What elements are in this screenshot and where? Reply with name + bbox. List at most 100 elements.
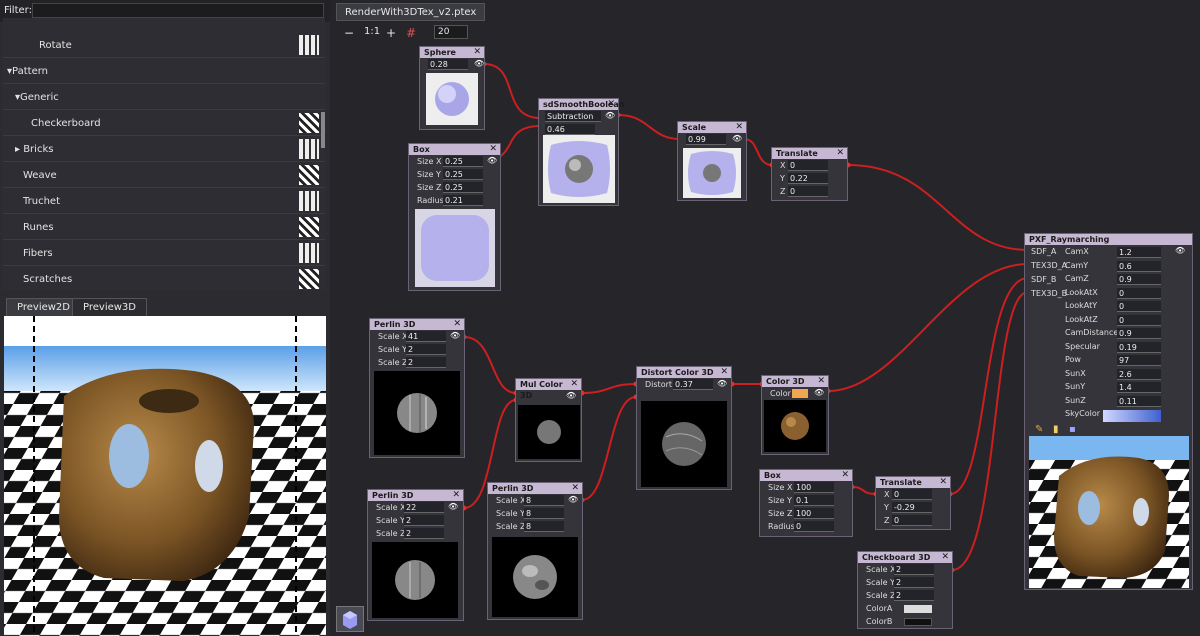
node-box[interactable]: Box ✕ Size X 100 Size Y 0.1 Size Z 100 Radiu… <box>759 469 853 537</box>
param-value[interactable]: 8 <box>524 521 564 532</box>
node-scale[interactable]: Scale ✕ 0.99 👁 <box>677 121 747 201</box>
param-value[interactable]: 0.22 <box>788 173 828 184</box>
cube-icon[interactable] <box>336 606 364 632</box>
mode-select[interactable]: Subtraction <box>545 111 601 122</box>
eye-icon[interactable]: 👁 <box>448 502 458 511</box>
param-value[interactable]: 0 <box>1117 314 1161 326</box>
param-label: Z <box>884 516 890 525</box>
eye-icon[interactable]: 👁 <box>605 111 615 120</box>
color-swatch[interactable] <box>904 618 932 626</box>
param-value[interactable]: 22 <box>404 502 444 513</box>
param-label: Z <box>780 187 786 196</box>
eye-icon[interactable]: 👁 <box>474 59 484 68</box>
param-label: Scale Y <box>496 509 525 518</box>
eye-icon[interactable]: 👁 <box>1175 246 1185 255</box>
node-perlin-3d[interactable]: Perlin 3D ✕ Scale X 41 👁 Scale Y2 Scale Z2 <box>369 318 465 458</box>
sky-color-gradient[interactable] <box>1103 410 1161 422</box>
eye-icon[interactable]: 👁 <box>487 156 497 165</box>
param-value[interactable]: 0 <box>892 489 932 500</box>
param-value[interactable]: 2 <box>404 515 444 526</box>
save-icon[interactable]: ▪ <box>1069 424 1076 435</box>
param-value[interactable]: 0.6 <box>1117 260 1161 272</box>
param-value[interactable]: 2.6 <box>1117 368 1161 380</box>
folder-icon[interactable]: ▮ <box>1053 424 1059 435</box>
eye-icon[interactable]: 👁 <box>717 379 727 388</box>
node-title: Perlin 3D <box>374 320 416 329</box>
close-icon[interactable]: ✕ <box>720 367 728 378</box>
param-value[interactable]: 100 <box>794 482 834 493</box>
close-icon[interactable]: ✕ <box>489 144 497 155</box>
param-value[interactable]: 0.28 <box>428 59 468 70</box>
param-value[interactable]: 0.37 <box>673 379 713 390</box>
param-value[interactable]: 1.4 <box>1117 382 1161 393</box>
param-value[interactable]: 0 <box>788 186 828 197</box>
node-perlin-3d[interactable]: Perlin 3D ✕ Scale X 8 👁 Scale Y8 Scale Z8 <box>487 482 583 620</box>
param-label: LookAtX <box>1065 287 1098 297</box>
param-value[interactable]: 0.99 <box>686 134 726 145</box>
node-sphere[interactable]: Sphere ✕ 0.28 👁 <box>419 46 485 130</box>
close-icon[interactable]: ✕ <box>473 47 481 58</box>
node-smooth-boolean[interactable]: sdSmoothBoolean ✕ Subtraction 👁 0.46 <box>538 98 624 206</box>
param-value[interactable]: 41 <box>406 331 446 342</box>
eye-icon[interactable]: 👁 <box>450 331 460 340</box>
param-value[interactable]: 0.21 <box>443 195 483 206</box>
param-value[interactable]: 2 <box>894 577 934 588</box>
param-value[interactable]: 2 <box>894 564 934 575</box>
close-icon[interactable]: ✕ <box>570 379 578 390</box>
param-value[interactable]: 2 <box>404 528 444 539</box>
param-value[interactable]: 0.25 <box>443 156 483 167</box>
eye-icon[interactable]: 👁 <box>814 388 824 397</box>
param-value[interactable]: 1.2 <box>1117 247 1161 258</box>
param-value[interactable]: 0.11 <box>1117 395 1161 407</box>
color-swatch[interactable] <box>904 605 932 613</box>
eye-icon[interactable]: 👁 <box>568 495 578 504</box>
param-value[interactable]: 97 <box>1117 355 1161 366</box>
param-value[interactable]: 100 <box>794 508 834 519</box>
close-icon[interactable]: ✕ <box>571 483 579 494</box>
param-value[interactable]: 0.25 <box>443 182 483 193</box>
color-swatch[interactable] <box>792 389 808 398</box>
node-preview <box>372 542 458 618</box>
eye-icon[interactable]: 👁 <box>566 391 576 400</box>
param-value[interactable]: 8 <box>524 508 564 519</box>
param-value[interactable]: 0.9 <box>1117 274 1161 285</box>
close-icon[interactable]: ✕ <box>453 319 461 330</box>
param-value[interactable]: 0 <box>794 521 834 532</box>
close-icon[interactable]: ✕ <box>941 552 949 563</box>
param-value[interactable]: 0 <box>1117 287 1161 299</box>
node-color-3d[interactable]: Color 3D ✕ Color 👁 <box>761 375 829 455</box>
param-value[interactable]: 2 <box>406 357 446 368</box>
param-value[interactable]: 0 <box>1117 301 1161 312</box>
close-icon[interactable]: ✕ <box>817 376 825 387</box>
node-distort-color-3d[interactable]: Distort Color 3D ✕ Distort 0.37 👁 <box>636 366 732 490</box>
node-perlin-3d[interactable]: Perlin 3D ✕ Scale X 22 👁 Scale Y2 Scale Z2 <box>367 489 464 621</box>
param-label: ColorA <box>866 604 893 613</box>
close-icon[interactable]: ✕ <box>735 122 743 133</box>
node-box[interactable]: Box ✕ Size X 0.25 👁 Size Y 0.25 Size Z 0.25 R… <box>408 143 501 291</box>
node-checkboard-3d[interactable]: Checkboard 3D ✕ Scale X2 Scale Y2 Scale Z… <box>857 551 953 629</box>
param-value[interactable]: 0.19 <box>1117 341 1161 353</box>
eye-icon[interactable]: 👁 <box>732 134 742 143</box>
pencil-icon[interactable]: ✎ <box>1035 424 1043 435</box>
param-value[interactable]: 0 <box>788 160 828 171</box>
node-translate[interactable]: Translate ✕ X0 Y 0.22 Z0 <box>771 147 848 201</box>
param-value[interactable]: 2 <box>406 344 446 355</box>
param-value[interactable]: 0 <box>892 515 932 526</box>
param-value[interactable]: 0.46 <box>545 124 595 135</box>
param-value[interactable]: 0.9 <box>1117 328 1161 339</box>
param-value[interactable]: 0.1 <box>794 495 834 506</box>
close-icon[interactable]: ✕ <box>452 490 460 501</box>
node-mul-color-3d[interactable]: Mul Color 3D ✕ 👁 <box>515 378 582 462</box>
param-value[interactable]: 8 <box>524 495 564 506</box>
param-label: Scale Z <box>866 591 896 600</box>
param-value[interactable]: 2 <box>894 590 934 601</box>
param-value[interactable]: 0.25 <box>443 169 483 180</box>
param-value[interactable]: -0.29 <box>892 502 932 513</box>
node-raymarching[interactable]: PXF_Raymarching SDF_A TEX3D_A SDF_B TEX3… <box>1024 233 1193 590</box>
close-icon[interactable]: ✕ <box>939 477 947 488</box>
close-icon[interactable]: ✕ <box>836 148 844 159</box>
close-icon[interactable]: ✕ <box>841 470 849 481</box>
close-icon[interactable]: ✕ <box>607 99 615 110</box>
node-translate[interactable]: Translate ✕ X0 Y -0.29 Z0 <box>875 476 951 530</box>
node-title: Checkboard 3D <box>862 553 931 562</box>
